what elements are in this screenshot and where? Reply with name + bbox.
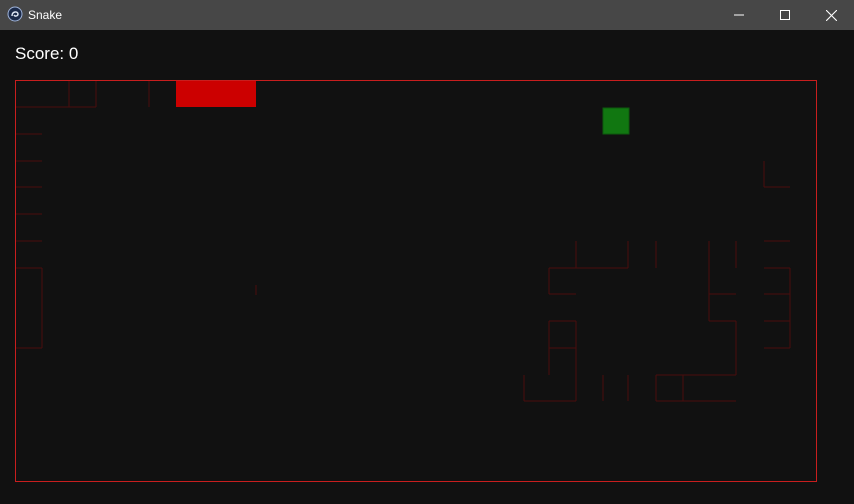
maximize-button[interactable] (762, 0, 808, 30)
minimize-icon (734, 10, 744, 20)
food-item (602, 107, 630, 135)
snake-app-icon (7, 6, 23, 22)
window-title: Snake (28, 8, 63, 22)
snake-body (176, 81, 256, 107)
score-label: Score: 0 (15, 44, 79, 63)
maximize-icon (780, 10, 790, 20)
board-canvas (16, 81, 791, 402)
trail-marks (16, 81, 791, 402)
close-button[interactable] (808, 0, 854, 30)
title-bar[interactable]: Snake (0, 0, 854, 30)
minimize-button[interactable] (716, 0, 762, 30)
game-board[interactable] (15, 80, 817, 482)
close-icon (825, 9, 837, 21)
game-window: Snake Score: 0 (0, 0, 854, 504)
